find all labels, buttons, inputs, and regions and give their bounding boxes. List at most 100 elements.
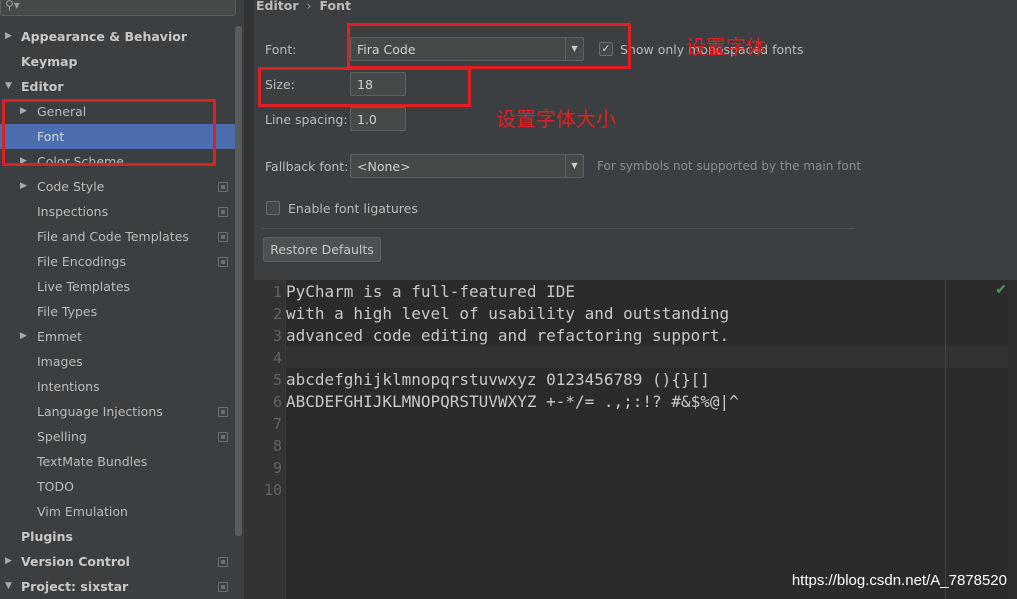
sidebar-item-label: Code Style bbox=[37, 179, 105, 194]
sidebar-item-intentions[interactable]: Intentions bbox=[0, 374, 236, 399]
fallback-font-dropdown[interactable]: <None> ▼ bbox=[350, 154, 584, 178]
watermark: https://blog.csdn.net/A_7878520 bbox=[791, 572, 1007, 589]
sidebar-item-images[interactable]: Images bbox=[0, 349, 236, 374]
sidebar-item-code-style[interactable]: ▶ Code Style bbox=[0, 174, 236, 199]
sidebar-item-inspections[interactable]: Inspections bbox=[0, 199, 236, 224]
line-spacing-value: 1.0 bbox=[357, 112, 377, 127]
collapsed-arrow-icon[interactable]: ▶ bbox=[5, 24, 12, 49]
collapsed-arrow-icon[interactable]: ▶ bbox=[20, 174, 27, 199]
sidebar-item-label: Plugins bbox=[21, 529, 73, 544]
breadcrumb-separator: › bbox=[306, 0, 312, 13]
fallback-font-value: <None> bbox=[357, 159, 411, 174]
project-scope-icon bbox=[218, 207, 228, 217]
sidebar-item-file-types[interactable]: File Types bbox=[0, 299, 236, 324]
sidebar-item-label: Version Control bbox=[21, 554, 130, 569]
breadcrumb-parent: Editor bbox=[256, 0, 299, 13]
right-margin-guide bbox=[945, 280, 946, 599]
code-line: PyCharm is a full-featured IDE bbox=[286, 282, 575, 301]
expanded-arrow-icon[interactable]: ▼ bbox=[5, 574, 12, 599]
collapsed-arrow-icon[interactable]: ▶ bbox=[20, 324, 27, 349]
sidebar-item-spelling[interactable]: Spelling bbox=[0, 424, 236, 449]
sidebar-item-editor[interactable]: ▼ Editor bbox=[0, 74, 236, 99]
code-line: abcdefghijklmnopqrstuvwxyz 0123456789 ()… bbox=[286, 370, 710, 389]
sidebar-item-version-control[interactable]: ▶ Version Control bbox=[0, 549, 236, 574]
sidebar-item-emmet[interactable]: ▶ Emmet bbox=[0, 324, 236, 349]
line-number: 6 bbox=[272, 393, 282, 411]
fallback-font-hint: For symbols not supported by the main fo… bbox=[597, 159, 862, 173]
sidebar-item-file-encodings[interactable]: File Encodings bbox=[0, 249, 236, 274]
project-scope-icon bbox=[218, 407, 228, 417]
sidebar-item-textmate-bundles[interactable]: TextMate Bundles bbox=[0, 449, 236, 474]
settings-sidebar: ⚲▾ ▶ Appearance & Behavior Keymap ▼ Editor ▶ G… bbox=[0, 0, 244, 599]
line-number: 8 bbox=[272, 437, 282, 455]
splitter[interactable] bbox=[244, 0, 254, 599]
sidebar-item-keymap[interactable]: Keymap bbox=[0, 49, 236, 74]
sidebar-item-label: Project: sixstar bbox=[21, 579, 129, 594]
sidebar-item-todo[interactable]: TODO bbox=[0, 474, 236, 499]
annotation-set-font: 设置字体 bbox=[686, 35, 766, 59]
settings-search-input[interactable]: ⚲▾ bbox=[0, 0, 236, 16]
annotation-set-font-size: 设置字体大小 bbox=[496, 107, 616, 131]
project-scope-icon bbox=[218, 182, 228, 192]
sidebar-item-label: Spelling bbox=[37, 429, 87, 444]
line-number: 1 bbox=[272, 283, 282, 301]
line-number: 2 bbox=[272, 305, 282, 323]
font-label: Font: bbox=[265, 42, 297, 57]
font-preview-editor[interactable]: ✔ 1 2 3 4 5 6 7 8 9 10 PyCharm is a full-featured … bbox=[254, 280, 1017, 599]
chevron-down-icon: ▼ bbox=[565, 155, 583, 177]
annotation-box-size bbox=[258, 67, 471, 107]
breadcrumb-current: Font bbox=[319, 0, 352, 13]
sidebar-item-label: Emmet bbox=[37, 329, 82, 344]
sidebar-item-label: TODO bbox=[37, 479, 74, 494]
restore-defaults-button[interactable]: Restore Defaults bbox=[263, 237, 381, 262]
code-line: with a high level of usability and outst… bbox=[286, 304, 730, 323]
sidebar-item-label: TextMate Bundles bbox=[37, 454, 148, 469]
sidebar-item-label: File Encodings bbox=[37, 254, 127, 269]
annotation-box-sidebar-font bbox=[2, 99, 216, 166]
sidebar-item-label: Live Templates bbox=[37, 279, 131, 294]
error-stripe bbox=[1008, 280, 1017, 599]
breadcrumb: Editor › Font bbox=[256, 0, 351, 13]
line-spacing-input[interactable]: 1.0 bbox=[350, 107, 406, 131]
sidebar-item-plugins[interactable]: Plugins bbox=[0, 524, 236, 549]
expanded-arrow-icon[interactable]: ▼ bbox=[5, 74, 12, 99]
line-number: 5 bbox=[272, 371, 282, 389]
code-line: ABCDEFGHIJKLMNOPQRSTUVWXYZ +-*/= .,;:!? … bbox=[286, 392, 739, 411]
annotation-box-font bbox=[347, 23, 631, 69]
sidebar-item-label: Vim Emulation bbox=[37, 504, 128, 519]
font-ligatures-label: Enable font ligatures bbox=[288, 201, 418, 216]
sidebar-item-label: Intentions bbox=[37, 379, 100, 394]
line-number: 10 bbox=[263, 481, 282, 499]
project-scope-icon bbox=[218, 557, 228, 567]
divider bbox=[262, 228, 854, 229]
line-number: 9 bbox=[272, 459, 282, 477]
search-icon: ⚲▾ bbox=[5, 0, 20, 12]
sidebar-scrollbar[interactable] bbox=[235, 26, 242, 536]
sidebar-item-vim-emulation[interactable]: Vim Emulation bbox=[0, 499, 236, 524]
sidebar-item-label: Keymap bbox=[21, 54, 78, 69]
caret-row-highlight bbox=[286, 346, 1008, 368]
sidebar-item-label: Images bbox=[37, 354, 83, 369]
line-number: 3 bbox=[272, 327, 282, 345]
inspection-ok-icon: ✔ bbox=[995, 282, 1007, 298]
collapsed-arrow-icon[interactable]: ▶ bbox=[5, 549, 12, 574]
code-line: advanced code editing and refactoring su… bbox=[286, 326, 730, 345]
line-spacing-label: Line spacing: bbox=[265, 112, 348, 127]
sidebar-item-file-and-code-templates[interactable]: File and Code Templates bbox=[0, 224, 236, 249]
line-number: 7 bbox=[272, 415, 282, 433]
project-scope-icon bbox=[218, 232, 228, 242]
fallback-font-label: Fallback font: bbox=[265, 159, 349, 174]
sidebar-item-appearance-behavior[interactable]: ▶ Appearance & Behavior bbox=[0, 24, 236, 49]
sidebar-item-label: Language Injections bbox=[37, 404, 163, 419]
sidebar-item-label: Editor bbox=[21, 79, 64, 94]
sidebar-item-label: Appearance & Behavior bbox=[21, 29, 187, 44]
sidebar-item-label: Inspections bbox=[37, 204, 109, 219]
project-scope-icon bbox=[218, 257, 228, 267]
font-ligatures-checkbox[interactable] bbox=[266, 201, 280, 215]
sidebar-item-label: File Types bbox=[37, 304, 98, 319]
sidebar-item-language-injections[interactable]: Language Injections bbox=[0, 399, 236, 424]
sidebar-item-live-templates[interactable]: Live Templates bbox=[0, 274, 236, 299]
sidebar-item-project-sixstar[interactable]: ▼ Project: sixstar bbox=[0, 574, 236, 599]
project-scope-icon bbox=[218, 432, 228, 442]
line-number: 4 bbox=[272, 349, 282, 367]
